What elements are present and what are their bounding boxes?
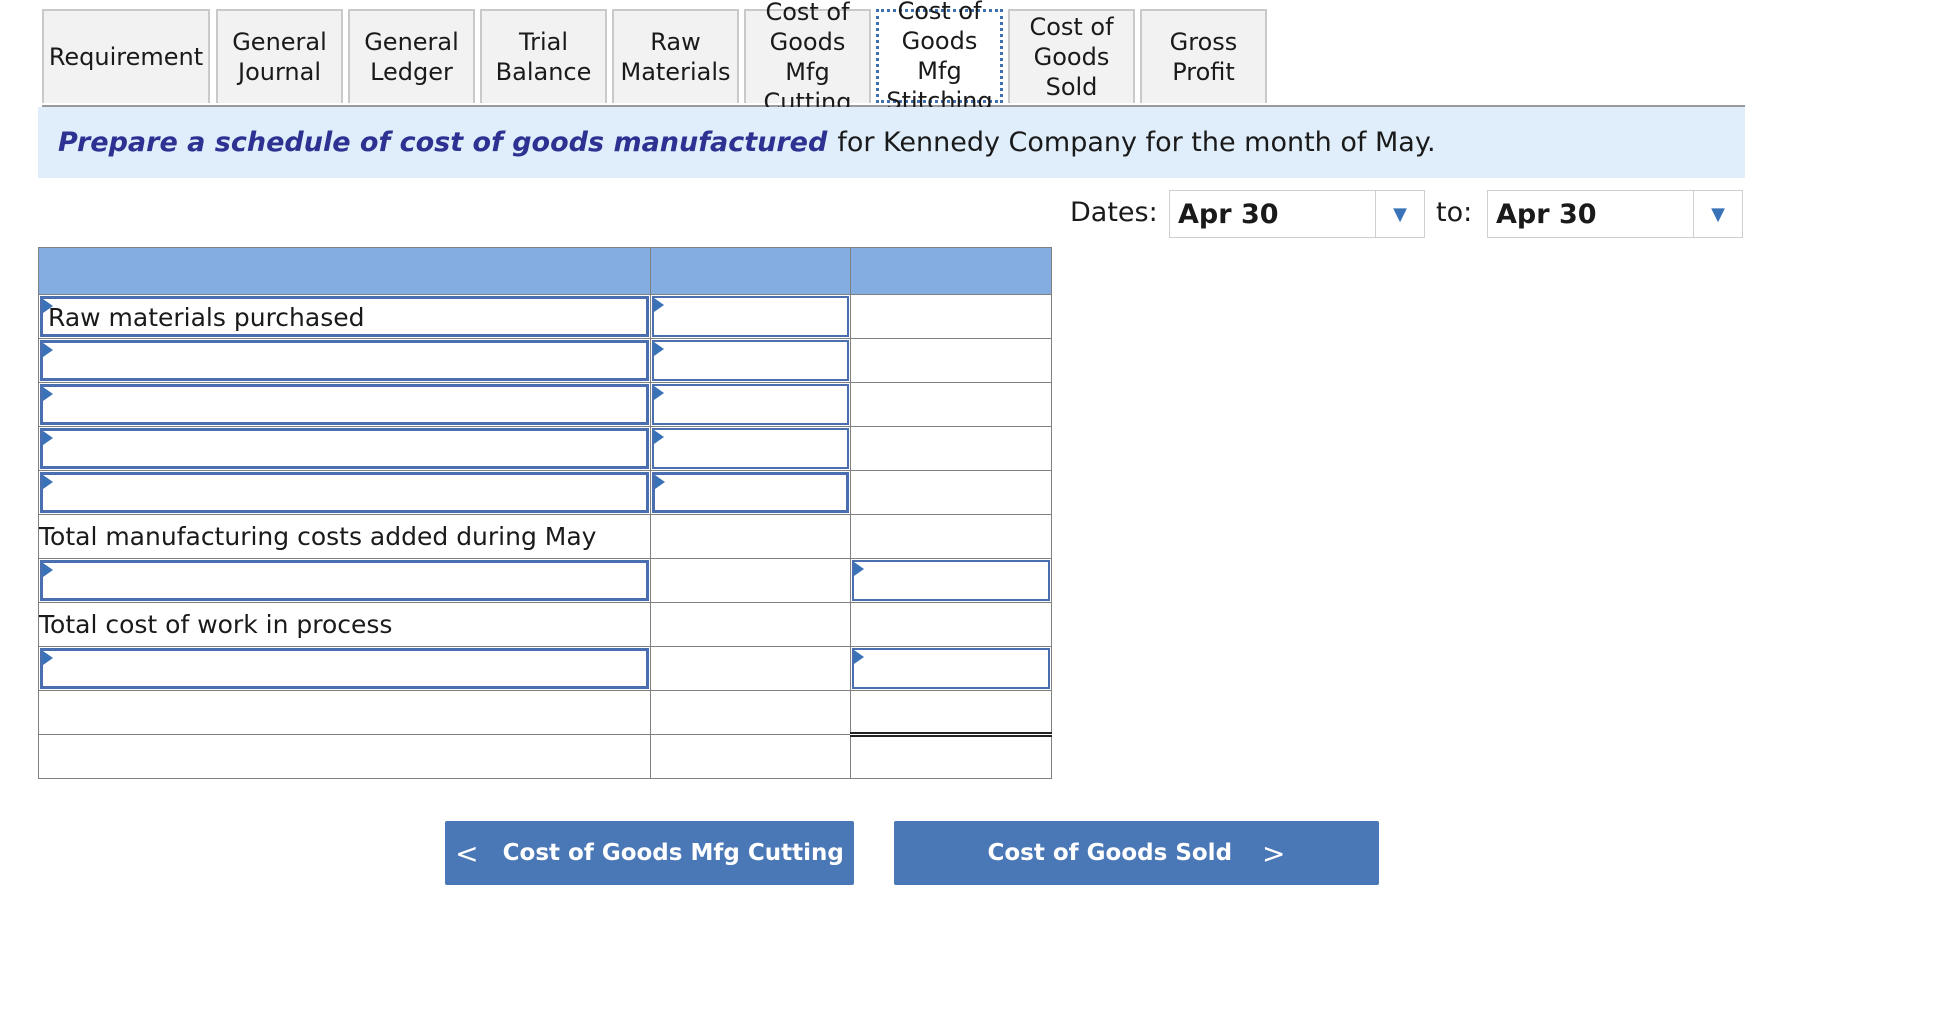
amount-cell	[650, 734, 851, 779]
dropdown-flag-icon	[43, 431, 53, 445]
chevron-right-icon: >	[1262, 836, 1286, 870]
table-row	[38, 382, 1052, 427]
dropdown-flag-icon	[43, 563, 53, 577]
amount-cell	[650, 558, 851, 603]
instruction-emphasis: Prepare a schedule of cost of goods manu…	[58, 127, 828, 158]
date-from-value: Apr 30	[1178, 198, 1279, 230]
amount-cell	[650, 690, 851, 735]
date-to-value: Apr 30	[1496, 198, 1597, 230]
tab-general-journal[interactable]: General Journal	[216, 9, 343, 103]
tab-trial-balance[interactable]: Trial Balance	[480, 9, 607, 103]
dropdown-flag-icon	[43, 387, 53, 401]
account-select[interactable]: Raw materials purchased	[40, 296, 649, 337]
amount-cell	[650, 646, 851, 691]
account-select[interactable]	[40, 560, 649, 601]
dropdown-flag-icon	[654, 298, 664, 312]
tab-gross-profit[interactable]: Gross Profit	[1140, 9, 1267, 103]
table-row: Total manufacturing costs added during M…	[38, 514, 1052, 559]
dropdown-flag-icon	[854, 562, 864, 576]
amount-cell	[650, 514, 851, 559]
dropdown-flag-icon	[654, 386, 664, 400]
dropdown-flag-icon	[43, 343, 53, 357]
tab-raw-materials[interactable]: Raw Materials	[612, 9, 739, 103]
next-tab-label: Cost of Goods Sold	[987, 840, 1233, 866]
chevron-down-icon: ▼	[1693, 191, 1742, 237]
dropdown-flag-icon	[43, 651, 53, 665]
table-row	[38, 558, 1052, 603]
tab-cost-of-goods-sold[interactable]: Cost of Goods Sold	[1008, 9, 1135, 103]
dropdown-flag-icon	[654, 342, 664, 356]
amount-input[interactable]	[652, 340, 849, 381]
row-label: Total manufacturing costs added during M…	[38, 514, 651, 559]
table-row: Total cost of work in process	[38, 602, 1052, 647]
table-row	[38, 734, 1052, 779]
dates-label: Dates:	[1070, 197, 1158, 228]
dropdown-flag-icon	[654, 430, 664, 444]
date-from-select[interactable]: Apr 30 ▼	[1169, 190, 1425, 238]
total-cell	[850, 734, 1052, 779]
chevron-down-icon: ▼	[1375, 191, 1424, 237]
chevron-left-icon: <	[455, 836, 479, 870]
total-cell	[850, 514, 1052, 559]
header-cell	[850, 247, 1052, 295]
account-select[interactable]	[40, 428, 649, 469]
amount-input[interactable]	[652, 472, 849, 513]
dropdown-flag-icon	[854, 650, 864, 664]
prev-tab-label: Cost of Goods Mfg Cutting	[502, 840, 844, 866]
dropdown-flag-icon	[43, 475, 53, 489]
header-cell	[38, 247, 651, 295]
table-row	[38, 470, 1052, 515]
table-header-row	[38, 247, 1052, 295]
tab-cost-of-goods-mfg-stitching[interactable]: Cost of Goods Mfg Stitching	[876, 0, 1003, 115]
row-label	[38, 734, 651, 779]
total-cell	[850, 690, 1052, 737]
account-select[interactable]	[40, 340, 649, 381]
date-to-label: to:	[1436, 197, 1473, 228]
tab-general-ledger[interactable]: General Ledger	[348, 9, 475, 103]
amount-input[interactable]	[652, 296, 849, 337]
amount-input[interactable]	[652, 384, 849, 425]
date-to-select[interactable]: Apr 30 ▼	[1487, 190, 1743, 238]
table-row	[38, 426, 1052, 471]
table-row	[38, 646, 1052, 691]
total-cell	[850, 602, 1052, 647]
dropdown-flag-icon	[43, 299, 53, 313]
total-cell	[850, 426, 1052, 471]
requirement-tabs: Requirement General Journal General Ledg…	[42, 0, 1745, 116]
instruction-text: for Kennedy Company for the month of May…	[837, 127, 1436, 158]
header-cell	[650, 247, 851, 295]
dropdown-flag-icon	[655, 475, 665, 489]
total-input[interactable]	[852, 648, 1050, 689]
row-label: Total cost of work in process	[38, 602, 651, 647]
account-select[interactable]	[40, 384, 649, 425]
next-tab-button[interactable]: Cost of Goods Sold >	[894, 821, 1379, 885]
total-cell	[850, 382, 1052, 427]
total-input[interactable]	[852, 560, 1050, 601]
table-row: Raw materials purchased	[38, 294, 1052, 339]
prev-tab-button[interactable]: < Cost of Goods Mfg Cutting	[445, 821, 854, 885]
amount-input[interactable]	[652, 428, 849, 469]
account-select[interactable]	[40, 472, 649, 513]
amount-cell	[650, 602, 851, 647]
total-cell	[850, 338, 1052, 383]
total-cell	[850, 294, 1052, 339]
row-label	[38, 690, 651, 735]
table-row	[38, 690, 1052, 737]
table-row	[38, 338, 1052, 383]
tab-cost-of-goods-mfg-cutting[interactable]: Cost of Goods Mfg Cutting	[744, 0, 871, 116]
instruction-banner: Prepare a schedule of cost of goods manu…	[38, 107, 1745, 178]
tab-requirement[interactable]: Requirement	[42, 9, 210, 103]
total-cell	[850, 470, 1052, 515]
account-select[interactable]	[40, 648, 649, 689]
cost-schedule-table: Raw materials purchased Total manufactur…	[38, 247, 1052, 779]
